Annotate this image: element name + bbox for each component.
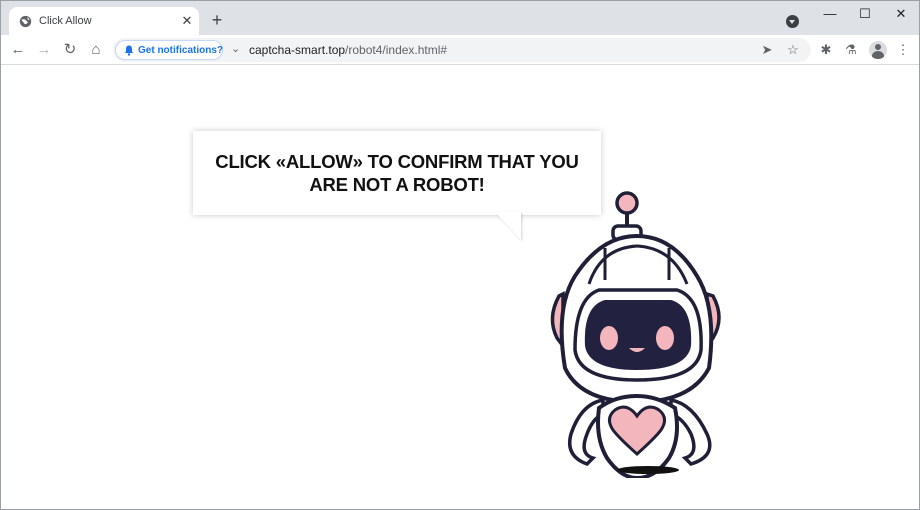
back-button[interactable]: ← bbox=[9, 41, 27, 59]
tab-close-icon[interactable]: ✕ bbox=[180, 14, 194, 28]
tab-search-icon[interactable] bbox=[786, 15, 799, 28]
address-bar[interactable]: Get notifications? ⌄ captcha-smart.top/r… bbox=[113, 38, 811, 62]
forward-button[interactable]: → bbox=[35, 41, 53, 59]
robot-visor bbox=[584, 300, 692, 370]
reload-button[interactable]: ↻ bbox=[61, 41, 79, 59]
home-button[interactable]: ⌂ bbox=[87, 41, 105, 59]
browser-window: Click Allow ✕ + — ☐ ✕ ← → ↻ ⌂ Get notifi… bbox=[0, 0, 920, 510]
robot-illustration bbox=[550, 191, 721, 478]
speech-bubble: CLICK «ALLOW» TO CONFIRM THAT YOU ARE NO… bbox=[193, 131, 601, 215]
close-window-button[interactable]: ✕ bbox=[890, 6, 912, 22]
robot-shadow bbox=[617, 466, 679, 474]
minimize-button[interactable]: — bbox=[819, 6, 841, 22]
url-host: captcha-smart.top bbox=[249, 43, 346, 57]
tab-strip: Click Allow ✕ + — ☐ ✕ bbox=[1, 1, 919, 35]
menu-kebab-icon[interactable]: ⋮ bbox=[895, 42, 911, 58]
robot-message-line2: ARE NOT A ROBOT! bbox=[309, 174, 485, 195]
browser-toolbar: ← → ↻ ⌂ Get notifications? ⌄ captcha-sma… bbox=[1, 35, 919, 65]
notification-permission-chip[interactable]: Get notifications? bbox=[115, 40, 223, 60]
profile-avatar[interactable] bbox=[869, 41, 887, 59]
robot-message: CLICK «ALLOW» TO CONFIRM THAT YOU ARE NO… bbox=[215, 150, 579, 196]
chevron-down-icon[interactable]: ⌄ bbox=[231, 42, 243, 56]
url-path: /robot4/index.html# bbox=[345, 43, 448, 57]
labs-flask-icon[interactable]: ⚗ bbox=[843, 42, 859, 58]
robot-antenna bbox=[611, 191, 643, 242]
send-tab-icon[interactable]: ➤ bbox=[759, 42, 775, 58]
bookmark-star-icon[interactable]: ☆ bbox=[785, 42, 801, 58]
page-content: CLICK «ALLOW» TO CONFIRM THAT YOU ARE NO… bbox=[1, 66, 919, 509]
robot-message-line1: CLICK «ALLOW» TO CONFIRM THAT YOU bbox=[215, 151, 579, 172]
tab-click-allow[interactable]: Click Allow ✕ bbox=[9, 7, 199, 35]
url-text[interactable]: captcha-smart.top/robot4/index.html# bbox=[249, 43, 447, 57]
speech-bubble-tail bbox=[495, 212, 521, 240]
bell-icon bbox=[124, 45, 134, 56]
notification-chip-label: Get notifications? bbox=[138, 45, 223, 56]
globe-icon bbox=[19, 15, 32, 28]
maximize-button[interactable]: ☐ bbox=[854, 6, 876, 22]
new-tab-button[interactable]: + bbox=[209, 11, 225, 29]
tab-title: Click Allow bbox=[39, 15, 92, 27]
extensions-puzzle-icon[interactable]: ✱ bbox=[818, 42, 834, 58]
